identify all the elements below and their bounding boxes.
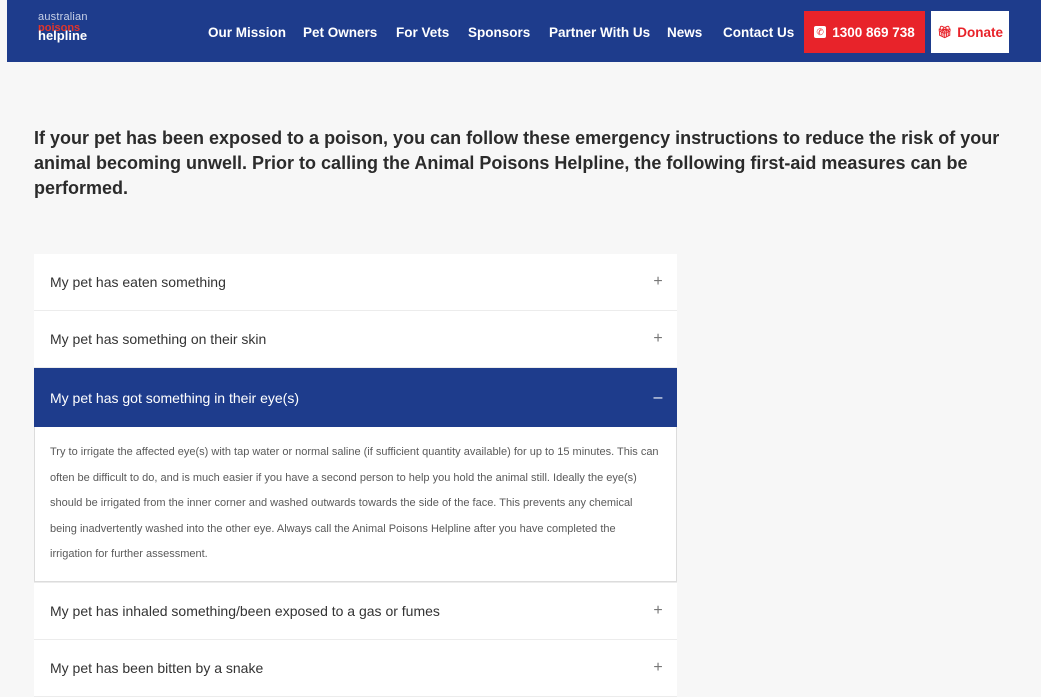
accordion-title: My pet has been bitten by a snake (50, 660, 264, 676)
plus-icon: + (653, 273, 663, 290)
accordion-item-eye: My pet has got something in their eye(s)… (34, 368, 677, 583)
accordion-header-eaten[interactable]: My pet has eaten something + (34, 254, 677, 310)
top-navigation-bar: australian poisons helpline Our Mission … (7, 0, 1041, 62)
accordion-title: My pet has something on their skin (50, 331, 267, 347)
donate-label: Donate (957, 24, 1003, 40)
nav-sponsors[interactable]: Sponsors (468, 25, 530, 40)
accordion-body-eye: Try to irrigate the affected eye(s) with… (34, 427, 677, 582)
plus-icon: + (653, 602, 663, 619)
plus-icon: + (653, 330, 663, 347)
accordion-title: My pet has inhaled something/been expose… (50, 603, 440, 619)
phone-number: 1300 869 738 (832, 24, 915, 40)
nav-our-mission[interactable]: Our Mission (208, 25, 286, 40)
donate-button[interactable]: 🎁︎ Donate (931, 11, 1009, 53)
logo-line-3: helpline (38, 28, 88, 43)
accordion-item-inhaled: My pet has inhaled something/been expose… (34, 583, 677, 640)
nav-pet-owners[interactable]: Pet Owners (303, 25, 377, 40)
nav-news[interactable]: News (667, 25, 702, 40)
intro-text: If your pet has been exposed to a poison… (34, 128, 1000, 198)
accordion-header-inhaled[interactable]: My pet has inhaled something/been expose… (34, 583, 677, 639)
phone-icon: ✆ (814, 26, 827, 38)
accordion-item-snake: My pet has been bitten by a snake + (34, 640, 677, 697)
nav-contact-us[interactable]: Contact Us (723, 25, 794, 40)
accordion-item-eaten: My pet has eaten something + (34, 254, 677, 311)
accordion-title: My pet has got something in their eye(s) (50, 389, 300, 406)
plus-icon: + (653, 659, 663, 676)
gift-icon: 🎁︎ (937, 25, 953, 39)
accordion-header-eye[interactable]: My pet has got something in their eye(s)… (34, 368, 677, 427)
nav-partner-with-us[interactable]: Partner With Us (549, 25, 650, 40)
accordion-header-snake[interactable]: My pet has been bitten by a snake + (34, 640, 677, 696)
phone-button[interactable]: ✆ 1300 869 738 (804, 11, 925, 53)
accordion-header-skin[interactable]: My pet has something on their skin + (34, 311, 677, 367)
accordion-item-skin: My pet has something on their skin + (34, 311, 677, 368)
accordion-title: My pet has eaten something (50, 274, 226, 290)
nav-for-vets[interactable]: For Vets (396, 25, 449, 40)
minus-icon: – (653, 388, 663, 406)
site-logo[interactable]: australian poisons helpline (38, 12, 88, 43)
first-aid-accordion: My pet has eaten something + My pet has … (34, 254, 677, 697)
